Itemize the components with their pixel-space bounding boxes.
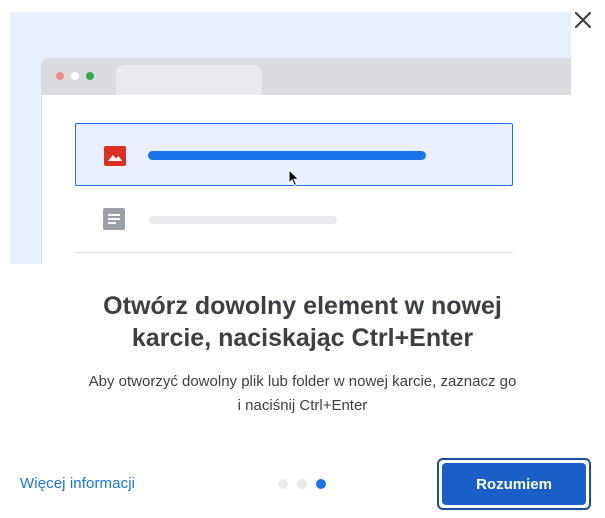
description-line-1: Aby otworzyć dowolny plik lub folder w n… (88, 373, 517, 390)
row-divider (75, 252, 513, 253)
close-button[interactable] (569, 6, 597, 34)
browser-tab (116, 65, 262, 95)
browser-title-bar (42, 59, 571, 95)
title-line-2: karcie, naciskając Ctrl+Enter (131, 324, 474, 352)
page-indicator (278, 479, 326, 489)
window-dot-green (86, 72, 94, 80)
got-it-button-label: Rozumiem (442, 463, 586, 505)
page-dot-3-active[interactable] (316, 479, 326, 489)
mouse-pointer-icon (288, 169, 300, 187)
tip-dialog: Otwórz dowolny element w nowej karcie, n… (0, 0, 605, 518)
learn-more-link[interactable]: Więcej informacji (20, 475, 135, 492)
browser-window-illustration (42, 59, 571, 264)
window-dot-gray (71, 72, 79, 80)
dialog-description: Aby otworzyć dowolny plik lub folder w n… (30, 370, 575, 418)
selected-row-title-bar (148, 151, 426, 160)
window-dot-red (56, 72, 64, 80)
selected-file-row (75, 123, 513, 187)
page-dot-1[interactable] (278, 479, 288, 489)
illustration (10, 12, 571, 264)
title-line-1: Otwórz dowolny element w nowej (103, 292, 502, 320)
file-row (75, 186, 513, 250)
browser-body (42, 95, 571, 264)
description-line-2: i naciśnij Ctrl+Enter (237, 397, 368, 414)
file-row-title-bar (149, 216, 337, 224)
document-icon (103, 208, 125, 230)
image-icon (104, 146, 126, 166)
dialog-title: Otwórz dowolny element w nowej karcie, n… (40, 290, 565, 354)
got-it-button[interactable]: Rozumiem (437, 458, 591, 510)
page-dot-2[interactable] (297, 479, 307, 489)
close-icon (574, 11, 592, 29)
